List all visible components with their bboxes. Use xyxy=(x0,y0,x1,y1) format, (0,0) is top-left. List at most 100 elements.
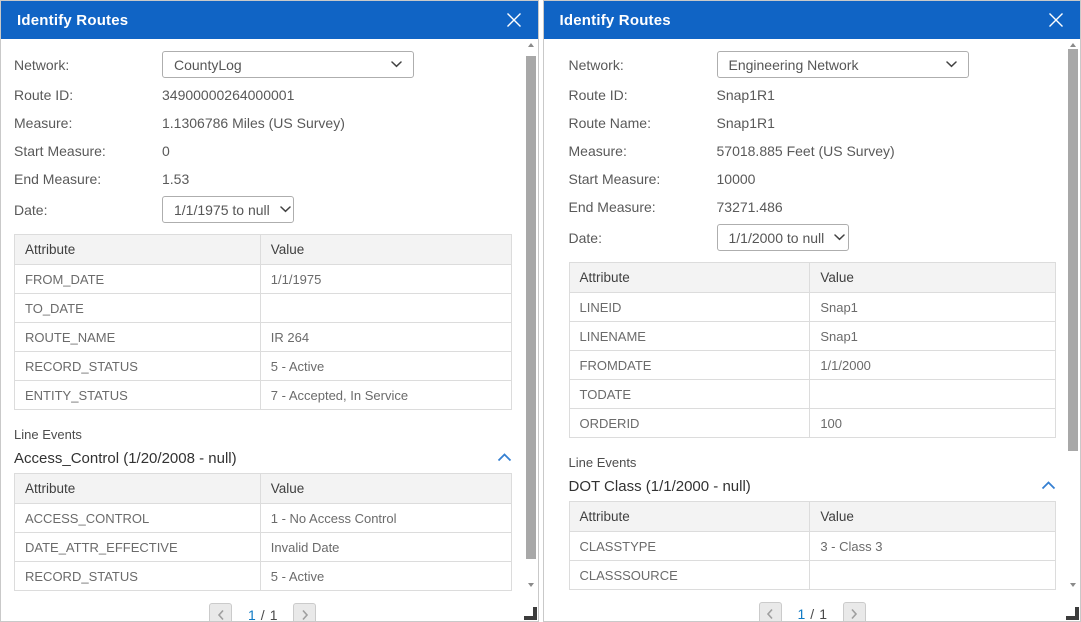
resize-grip-icon[interactable] xyxy=(1066,607,1079,620)
network-label: Network: xyxy=(14,57,162,73)
attribute-cell: CLASSSOURCE xyxy=(569,561,810,590)
value-cell xyxy=(810,380,1056,409)
end-measure-label: End Measure: xyxy=(569,199,717,215)
measure-label: Measure: xyxy=(14,115,162,131)
scrollbar[interactable] xyxy=(526,41,536,587)
chevron-down-icon xyxy=(280,206,291,213)
previous-page-button[interactable] xyxy=(209,603,232,622)
route-id-field-row: Route ID: Snap1R1 xyxy=(569,81,1057,109)
pagination: 1 / 1 xyxy=(14,603,512,622)
attribute-cell: ACCESS_CONTROL xyxy=(15,504,261,533)
network-select[interactable]: CountyLog xyxy=(162,51,414,78)
scroll-down-icon[interactable] xyxy=(528,583,534,587)
value-cell: Invalid Date xyxy=(260,533,511,562)
page-indicator: 1 / 1 xyxy=(248,607,277,622)
start-measure-value: 10000 xyxy=(717,171,756,187)
close-icon[interactable] xyxy=(503,9,525,31)
value-cell: Snap1 xyxy=(810,293,1056,322)
table-row: FROMDATE1/1/2000 xyxy=(569,351,1056,380)
value-column-header: Value xyxy=(810,502,1056,532)
network-select[interactable]: Engineering Network xyxy=(717,51,969,78)
scrollbar[interactable] xyxy=(1068,41,1078,587)
scroll-up-icon[interactable] xyxy=(528,43,534,47)
end-measure-field-row: End Measure: 1.53 xyxy=(14,165,512,193)
value-cell: 1 - No Access Control xyxy=(260,504,511,533)
route-attributes-table: Attribute Value FROM_DATE1/1/1975 TO_DAT… xyxy=(14,234,512,410)
line-event-section-header[interactable]: DOT Class (1/1/2000 - null) xyxy=(569,477,1057,495)
attribute-column-header: Attribute xyxy=(569,502,810,532)
dialog-title: Identify Routes xyxy=(17,12,128,29)
end-measure-field-row: End Measure: 73271.486 xyxy=(569,193,1057,221)
attribute-cell: FROM_DATE xyxy=(15,265,261,294)
dialog-body: Network: CountyLog Route ID: 34900000264… xyxy=(1,39,538,622)
line-event-section-header[interactable]: Access_Control (1/20/2008 - null) xyxy=(14,449,512,467)
scroll-up-icon[interactable] xyxy=(1070,43,1076,47)
scroll-thumb[interactable] xyxy=(526,56,536,559)
attribute-cell: CLASSTYPE xyxy=(569,532,810,561)
page-indicator: 1 / 1 xyxy=(798,606,827,622)
current-page: 1 xyxy=(248,607,256,622)
route-id-field-row: Route ID: 34900000264000001 xyxy=(14,81,512,109)
line-events-label: Line Events xyxy=(569,455,1057,470)
value-cell xyxy=(260,294,511,323)
workspace: Identify Routes Network: CountyLog Route… xyxy=(0,0,1081,622)
value-cell: 3 - Class 3 xyxy=(810,532,1056,561)
date-select-value: 1/1/1975 to null xyxy=(174,202,270,218)
measure-label: Measure: xyxy=(569,143,717,159)
date-label: Date: xyxy=(569,230,717,246)
dialog-header: Identify Routes xyxy=(1,1,538,39)
date-select[interactable]: 1/1/2000 to null xyxy=(717,224,849,251)
date-field-row: Date: 1/1/1975 to null xyxy=(14,193,512,226)
end-measure-value: 73271.486 xyxy=(717,199,783,215)
value-cell: 5 - Active xyxy=(260,352,511,381)
measure-field-row: Measure: 1.1306786 Miles (US Survey) xyxy=(14,109,512,137)
page-separator: / xyxy=(261,607,265,622)
start-measure-label: Start Measure: xyxy=(569,171,717,187)
table-row: ROUTE_NAMEIR 264 xyxy=(15,323,512,352)
table-row: CLASSSOURCE xyxy=(569,561,1056,590)
chevron-down-icon xyxy=(834,234,845,241)
current-page: 1 xyxy=(798,606,806,622)
scroll-thumb[interactable] xyxy=(1068,49,1078,451)
chevron-down-icon xyxy=(946,61,957,68)
chevron-up-icon[interactable] xyxy=(1041,477,1056,495)
table-row: ACCESS_CONTROL1 - No Access Control xyxy=(15,504,512,533)
table-row: RECORD_STATUS5 - Active xyxy=(15,562,512,591)
date-select[interactable]: 1/1/1975 to null xyxy=(162,196,294,223)
network-select-value: CountyLog xyxy=(174,57,242,73)
route-name-field-row: Route Name: Snap1R1 xyxy=(569,109,1057,137)
attribute-cell: RECORD_STATUS xyxy=(15,562,261,591)
value-column-header: Value xyxy=(260,235,511,265)
value-cell: 100 xyxy=(810,409,1056,438)
scroll-down-icon[interactable] xyxy=(1070,583,1076,587)
previous-page-button[interactable] xyxy=(759,602,782,622)
start-measure-field-row: Start Measure: 0 xyxy=(14,137,512,165)
route-name-label: Route Name: xyxy=(569,115,717,131)
route-attributes-table: Attribute Value LINEIDSnap1 LINENAMESnap… xyxy=(569,262,1057,438)
next-page-button[interactable] xyxy=(843,602,866,622)
chevron-up-icon[interactable] xyxy=(497,449,512,467)
value-column-header: Value xyxy=(810,263,1056,293)
attribute-column-header: Attribute xyxy=(569,263,810,293)
route-id-value: Snap1R1 xyxy=(717,87,775,103)
route-id-label: Route ID: xyxy=(14,87,162,103)
table-row: FROM_DATE1/1/1975 xyxy=(15,265,512,294)
measure-value: 57018.885 Feet (US Survey) xyxy=(717,143,895,159)
identify-routes-dialog-right: Identify Routes Network: Engineering Net… xyxy=(543,0,1081,622)
attribute-cell: RECORD_STATUS xyxy=(15,352,261,381)
next-page-button[interactable] xyxy=(293,603,316,622)
end-measure-value: 1.53 xyxy=(162,171,189,187)
total-pages: 1 xyxy=(270,607,278,622)
dialog-title: Identify Routes xyxy=(560,12,671,29)
identify-routes-dialog-left: Identify Routes Network: CountyLog Route… xyxy=(0,0,539,622)
close-icon[interactable] xyxy=(1045,9,1067,31)
table-row: LINENAMESnap1 xyxy=(569,322,1056,351)
table-row: TO_DATE xyxy=(15,294,512,323)
attribute-cell: TO_DATE xyxy=(15,294,261,323)
attribute-cell: ROUTE_NAME xyxy=(15,323,261,352)
start-measure-field-row: Start Measure: 10000 xyxy=(569,165,1057,193)
line-event-section-title: Access_Control (1/20/2008 - null) xyxy=(14,450,237,467)
table-header-row: Attribute Value xyxy=(15,235,512,265)
resize-grip-icon[interactable] xyxy=(524,607,537,620)
table-row: TODATE xyxy=(569,380,1056,409)
